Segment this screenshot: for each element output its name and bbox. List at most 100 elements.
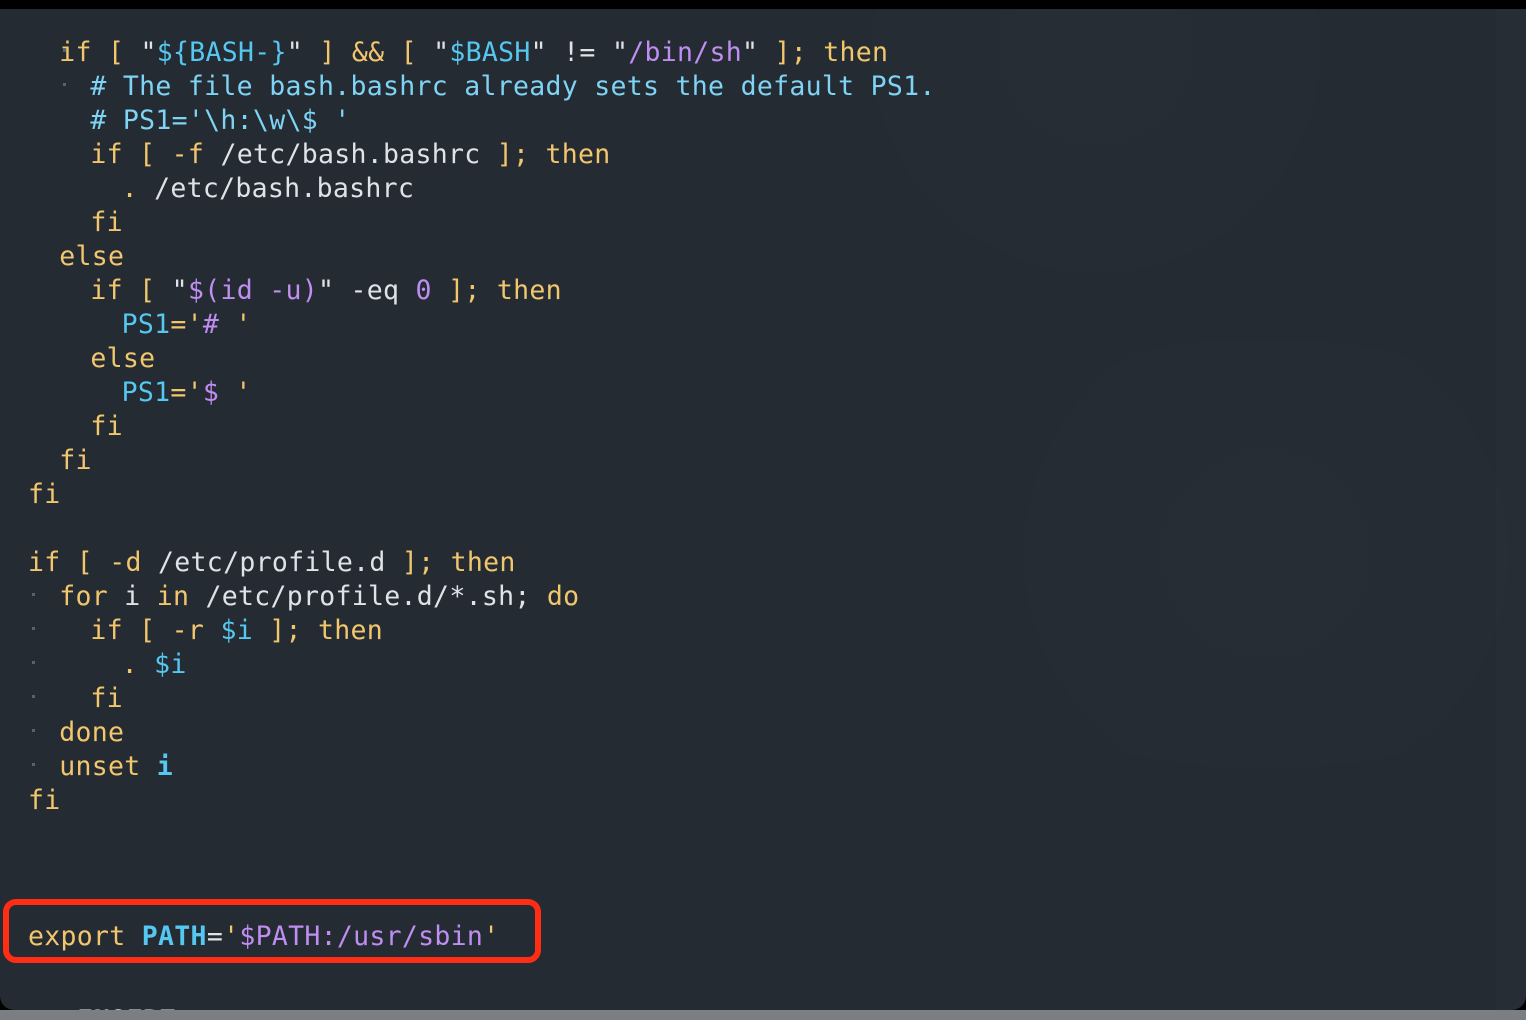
code-line[interactable]: fi: [0, 410, 1526, 444]
code-token: if: [90, 139, 139, 170]
code-token: ": [140, 37, 156, 68]
code-token: ": [612, 37, 628, 68]
code-token: $(: [188, 275, 221, 306]
code-token: if: [59, 37, 108, 68]
code-line[interactable]: if [ -r $i ]; then: [0, 614, 1526, 648]
code-token: [253, 615, 269, 646]
code-token: [529, 139, 545, 170]
code-line[interactable]: export PATH='$PATH:/usr/sbin': [0, 920, 1526, 954]
code-line-content: if [ -f /etc/bash.bashrc ]; then: [28, 139, 611, 170]
top-black-strip: [0, 0, 1526, 9]
code-token: export: [28, 921, 142, 952]
code-token: then: [497, 275, 562, 306]
code-token: fi: [28, 479, 61, 510]
code-token: [432, 275, 448, 306]
code-token: ': [187, 309, 203, 340]
code-token: ': [235, 377, 251, 408]
code-line-content: else: [28, 343, 155, 374]
code-token: -r: [172, 615, 221, 646]
code-line-content: done: [28, 717, 124, 748]
code-token: #: [203, 309, 236, 340]
code-line[interactable]: [0, 512, 1526, 546]
code-line[interactable]: # PS1='\h:\w\$ ': [0, 104, 1526, 138]
code-line[interactable]: else: [0, 240, 1526, 274]
code-token: ': [483, 921, 499, 952]
code-line[interactable]: PS1='# ': [0, 308, 1526, 342]
code-token: if: [90, 615, 139, 646]
code-token: ': [223, 921, 239, 952]
code-token: [: [139, 139, 172, 170]
code-token: if: [28, 547, 77, 578]
code-line-content: # PS1='\h:\w\$ ': [28, 105, 350, 136]
code-line-content: if [ -r $i ]; then: [28, 615, 383, 646]
code-token: =: [207, 921, 223, 952]
code-line-content: fi: [28, 683, 123, 714]
code-token: ]: [319, 37, 352, 68]
code-line-content: . /etc/bash.bashrc: [28, 173, 414, 204]
code-token: unset: [59, 751, 157, 782]
code-line[interactable]: fi: [0, 784, 1526, 818]
code-line[interactable]: [0, 818, 1526, 852]
code-token: ": [531, 37, 564, 68]
code-token: fi: [90, 683, 123, 714]
code-line[interactable]: [0, 852, 1526, 886]
code-line-content: # The file bash.bashrc already sets the …: [28, 71, 936, 102]
code-token: [807, 37, 823, 68]
code-token: ": [318, 275, 351, 306]
code-token: $PATH:/usr/sbin: [239, 921, 483, 952]
code-line[interactable]: # The file bash.bashrc already sets the …: [0, 70, 1526, 104]
code-line[interactable]: fi: [0, 682, 1526, 716]
code-token: /etc/bash.bashrc: [220, 139, 496, 170]
code-token: do: [547, 581, 580, 612]
code-line[interactable]: if [ -f /etc/bash.bashrc ]; then: [0, 138, 1526, 172]
code-line-content: . $i: [28, 649, 187, 680]
code-token: [303, 37, 319, 68]
code-line[interactable]: else: [0, 342, 1526, 376]
code-line[interactable]: . /etc/bash.bashrc: [0, 172, 1526, 206]
code-line[interactable]: fi: [0, 206, 1526, 240]
code-token: ': [235, 309, 251, 340]
code-line-content: fi: [28, 785, 61, 816]
code-line-content: fi: [28, 445, 92, 476]
indent-guide-dot: [32, 695, 35, 698]
code-token: id: [220, 275, 253, 306]
code-line[interactable]: done: [0, 716, 1526, 750]
code-line[interactable]: PS1='$ ': [0, 376, 1526, 410]
code-token: [: [139, 275, 172, 306]
code-token: $: [203, 377, 236, 408]
terminal-window[interactable]: if [ "${BASH-}" ] && [ "$BASH" != "/bin/…: [0, 9, 1526, 1010]
code-line[interactable]: unset i: [0, 750, 1526, 784]
code-token: ": [742, 37, 775, 68]
code-token: /etc/profile.d/*.sh;: [206, 581, 531, 612]
indent-guide-dot: [32, 593, 35, 596]
code-token: i: [124, 581, 157, 612]
code-line[interactable]: fi: [0, 444, 1526, 478]
code-token: ): [302, 275, 318, 306]
code-token: [481, 275, 497, 306]
code-token: $i: [220, 615, 253, 646]
code-token: PATH: [142, 921, 207, 952]
code-token: -d: [109, 547, 158, 578]
code-line-content: unset i: [28, 751, 173, 782]
code-token: /etc/profile.d: [158, 547, 402, 578]
code-token: [: [108, 37, 141, 68]
code-line[interactable]: if [ "${BASH-}" ] && [ "$BASH" != "/bin/…: [0, 36, 1526, 70]
code-token: if: [90, 275, 139, 306]
code-line[interactable]: . $i: [0, 648, 1526, 682]
code-token: ];: [775, 37, 808, 68]
code-token: =: [170, 309, 186, 340]
code-editor-buffer[interactable]: if [ "${BASH-}" ] && [ "$BASH" != "/bin/…: [0, 9, 1526, 954]
code-token: [: [139, 615, 172, 646]
code-line[interactable]: for i in /etc/profile.d/*.sh; do: [0, 580, 1526, 614]
code-line[interactable]: [0, 886, 1526, 920]
code-line-content: if [ "$(id -u)" -eq 0 ]; then: [28, 275, 562, 306]
code-token: [434, 547, 450, 578]
code-token: 0: [416, 275, 432, 306]
code-token: PS1: [122, 309, 171, 340]
code-token: # PS1='\h:\w\$ ': [90, 105, 350, 136]
code-token: in: [157, 581, 206, 612]
code-line[interactable]: fi: [0, 478, 1526, 512]
code-line[interactable]: if [ "$(id -u)" -eq 0 ]; then: [0, 274, 1526, 308]
code-line[interactable]: if [ -d /etc/profile.d ]; then: [0, 546, 1526, 580]
screen: if [ "${BASH-}" ] && [ "$BASH" != "/bin/…: [0, 0, 1526, 1020]
